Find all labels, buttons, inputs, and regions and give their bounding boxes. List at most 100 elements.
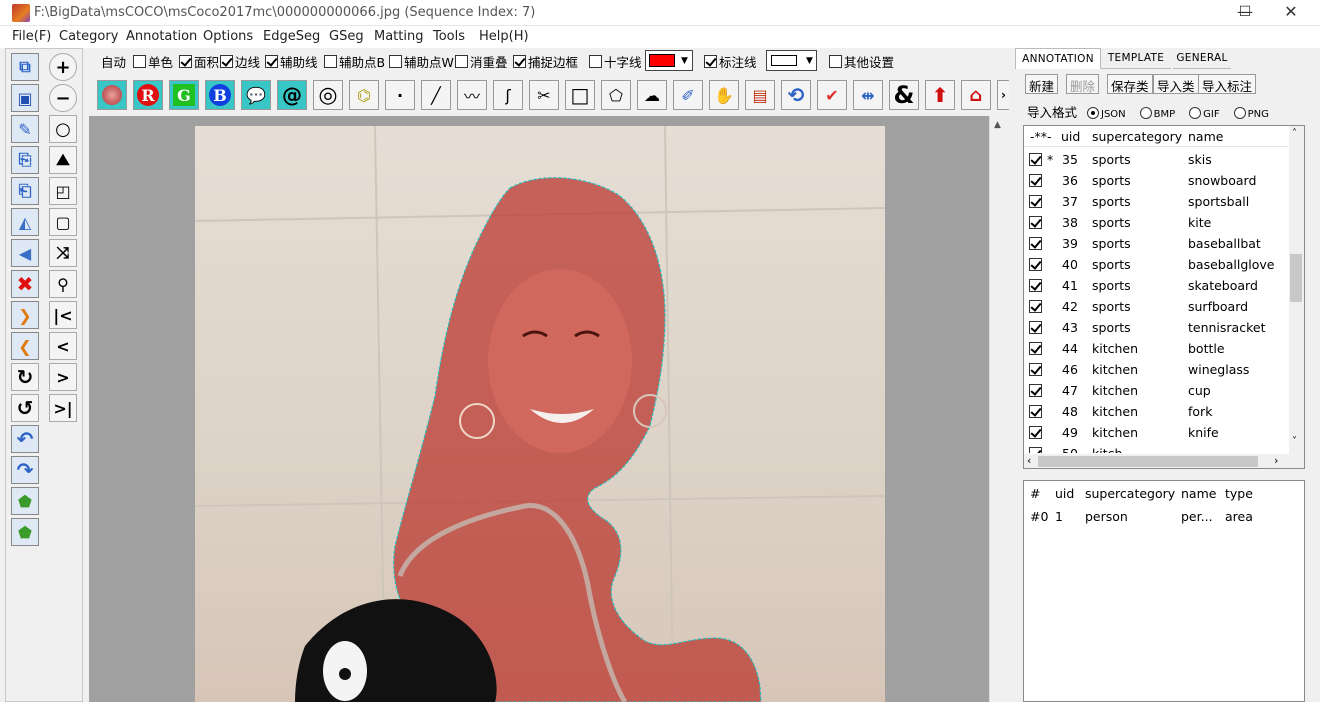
freeform-icon[interactable]: ☁ [637,80,667,110]
zoom-out-icon[interactable]: − [49,84,77,112]
col-uid-header[interactable]: uid [1055,486,1074,501]
format-gif-radio[interactable]: GIF [1189,105,1220,120]
menu-help[interactable]: Help(H) [479,29,529,44]
checkbox-icon[interactable] [1029,195,1042,208]
save-icon[interactable]: ▣ [11,84,39,112]
more-icon[interactable]: › [997,80,1009,110]
next-icon[interactable]: ❯ [11,301,39,329]
undo-icon[interactable]: ↺ [11,394,39,422]
image-icon[interactable] [97,80,127,110]
fill-color-dropdown[interactable]: ▼ [645,50,693,71]
category-row[interactable]: 48 kitchen fork [1024,401,1290,422]
scroll-left-icon[interactable]: ‹ [1027,454,1031,467]
frame-icon[interactable]: ▤ [745,80,775,110]
col-uid-header[interactable]: uid [1061,129,1080,144]
prev-page-icon[interactable]: < [49,332,77,360]
aux-point-w-checkbox[interactable]: 辅助点W [389,52,454,71]
add-poly-icon[interactable]: ⛰ [49,146,77,174]
green-channel-button[interactable]: G [169,80,199,110]
spiral-icon[interactable]: ◎ [313,80,343,110]
format-json-radio[interactable]: JSON [1087,105,1126,120]
scroll-up-icon[interactable]: ▲ [994,120,1001,130]
tab-template[interactable]: TEMPLATE [1101,48,1171,69]
pin-icon[interactable]: ⚲ [49,270,77,298]
category-row[interactable]: * 35 sports skis [1024,149,1290,170]
delete-icon[interactable]: ✖ [11,270,39,298]
checkbox-icon[interactable] [1029,174,1042,187]
first-page-icon[interactable]: |< [49,301,77,329]
new-button[interactable]: 新建 [1025,74,1059,94]
red-channel-button[interactable]: R [133,80,163,110]
scroll-down-icon[interactable]: ˅ [1292,436,1297,447]
menu-matting[interactable]: Matting [374,29,423,44]
checkbox-icon[interactable] [1029,258,1042,271]
blue-channel-button[interactable]: B [205,80,235,110]
save-as-icon[interactable]: ⧉ [11,53,39,81]
import-annotation-button[interactable]: 导入标注 [1198,74,1257,94]
first-icon[interactable]: ❮ [11,332,39,360]
checkbox-icon[interactable] [1029,426,1042,439]
category-row[interactable]: 42 sports surfboard [1024,296,1290,317]
rectangle-icon[interactable]: □ [565,80,595,110]
curve-icon[interactable]: ʃ [493,80,523,110]
col-name-header[interactable]: name [1188,129,1223,144]
other-settings-checkbox[interactable]: 其他设置 [829,52,894,71]
snap-border-checkbox[interactable]: 捕捉边框 [513,52,578,71]
format-png-radio[interactable]: PNG [1233,105,1269,120]
line-style-dropdown[interactable]: ▼ [766,50,817,71]
format-bmp-radio[interactable]: BMP [1139,105,1175,120]
point-icon[interactable]: · [385,80,415,110]
last-page-icon[interactable]: >| [49,394,77,422]
checkbox-icon[interactable] [1029,405,1042,418]
category-horizontal-scrollbar[interactable]: ‹ › [1024,454,1304,468]
cut-icon[interactable]: ✂ [529,80,559,110]
prev-icon[interactable]: ◀ [11,239,39,267]
category-row-partial[interactable]: 50 kitch [1024,443,1290,453]
menu-edgeseg[interactable]: EdgeSeg [263,29,320,44]
comment-icon[interactable]: 💬 [241,80,271,110]
checkbox-icon[interactable] [1029,216,1042,229]
tab-annotation[interactable]: ANNOTATION [1015,48,1101,69]
close-button[interactable]: ✕ [1268,0,1314,26]
scroll-thumb[interactable] [1290,254,1302,302]
rotate-icon[interactable]: ⟲ [781,80,811,110]
category-row[interactable]: 43 sports tennisracket [1024,317,1290,338]
polyline-icon[interactable]: 〰 [457,80,487,110]
upload-icon[interactable]: ⬆ [925,80,955,110]
checkbox-icon[interactable] [1029,237,1042,250]
label-line-checkbox[interactable]: 标注线 [704,52,757,71]
col-supercategory-header[interactable]: supercategory [1092,129,1182,144]
home-icon[interactable]: ⌂ [961,80,991,110]
annotation-row[interactable]: #0 1 person per... area [1024,506,1290,527]
edit-icon[interactable]: ✎ [11,115,39,143]
lasso-icon[interactable]: ⌬ [349,80,379,110]
add-shape-icon[interactable]: ◰ [49,177,77,205]
checkbox-icon[interactable] [1029,300,1042,313]
menu-annotation[interactable]: Annotation [126,29,197,44]
checkbox-icon[interactable] [1029,342,1042,355]
dedup-checkbox[interactable]: 消重叠 [455,52,508,71]
mono-checkbox[interactable]: 单色 [133,52,173,71]
checkbox-icon[interactable] [1029,363,1042,376]
scroll-right-icon[interactable]: › [1274,454,1278,467]
import-category-button[interactable]: 导入类 [1153,74,1199,94]
tab-general[interactable]: GENERAL [1173,48,1231,69]
col-index-header[interactable]: # [1030,486,1040,501]
polygon-icon[interactable]: ⬠ [601,80,631,110]
hscroll-thumb[interactable] [1038,456,1258,467]
brush-icon[interactable]: ✐ [673,80,703,110]
menu-gseg[interactable]: GSeg [329,29,364,44]
circle-icon[interactable]: ○ [49,115,77,143]
save-category-button[interactable]: 保存类 [1107,74,1153,94]
delete-button[interactable]: 删除 [1066,74,1100,94]
menu-category[interactable]: Category [59,29,118,44]
check-icon[interactable]: ✔ [817,80,847,110]
checkbox-icon[interactable] [1029,153,1042,166]
zoom-in-icon[interactable]: + [49,53,77,81]
col-supercategory-header[interactable]: supercategory [1085,486,1175,501]
back-icon[interactable]: ↶ [11,425,39,453]
scroll-up-icon[interactable]: ˄ [1292,128,1297,139]
category-row[interactable]: 38 sports kite [1024,212,1290,233]
maximize-button[interactable]: ☐ [1222,0,1268,26]
col-type-header[interactable]: type [1225,486,1253,501]
